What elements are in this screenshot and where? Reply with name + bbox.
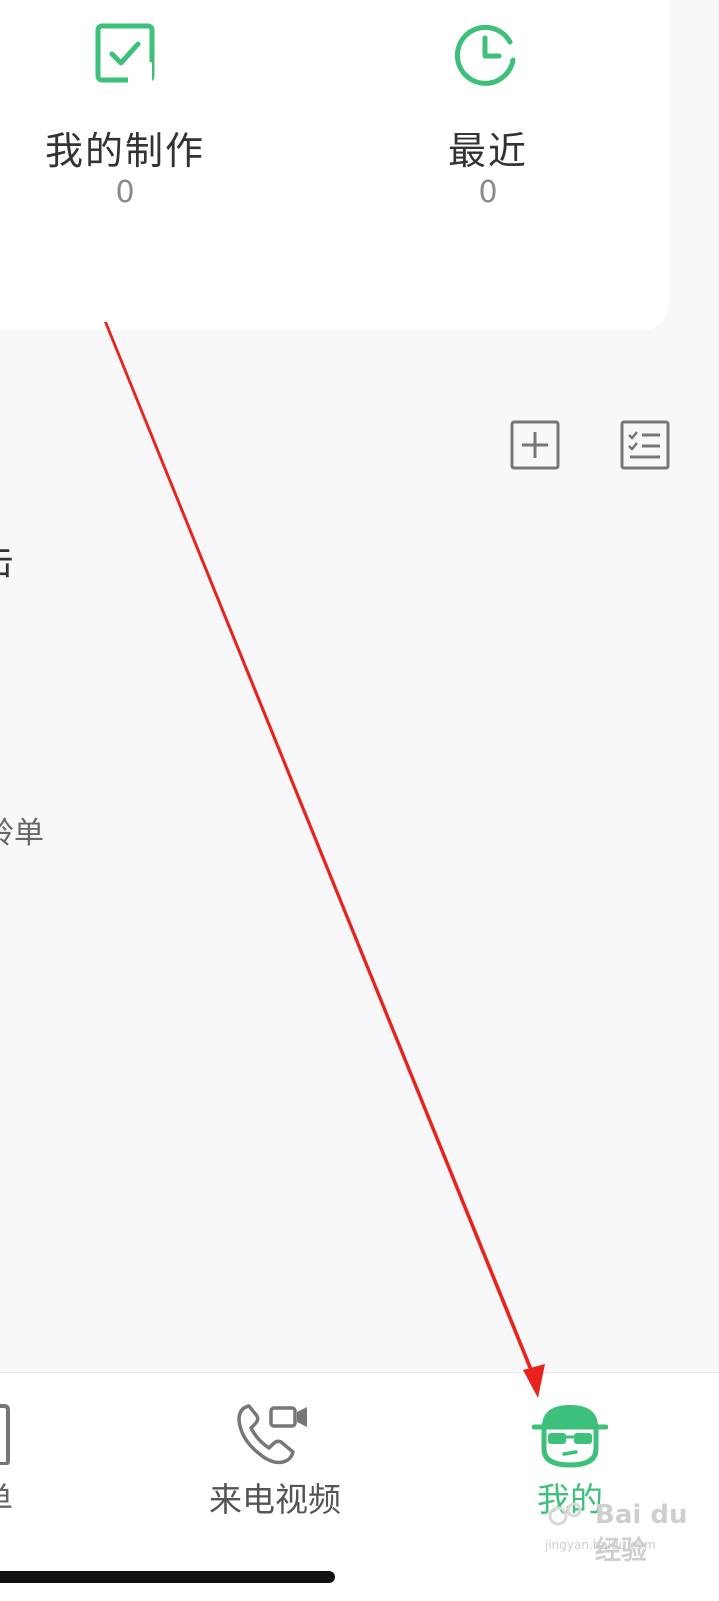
recent-label: 最近 xyxy=(447,129,528,173)
tab-partial[interactable]: 单 xyxy=(0,1373,40,1553)
my-creations-label: 我的制作 xyxy=(44,129,205,173)
partial-icon xyxy=(0,1404,10,1465)
tab-incoming-video-label: 来电视频 xyxy=(209,1480,341,1519)
clock-icon xyxy=(455,24,516,86)
list-item-title[interactable]: 击 xyxy=(0,533,14,585)
watermark-text: Bai du 经验 xyxy=(595,1500,688,1566)
recent-count: 0 xyxy=(478,175,498,210)
add-square-icon[interactable] xyxy=(510,420,560,470)
checkbox-icon xyxy=(95,23,155,86)
stats-card: 我的制作 0 最近 0 xyxy=(0,0,669,330)
tab-incoming-video[interactable]: 来电视频 xyxy=(205,1373,345,1553)
checklist-icon[interactable] xyxy=(620,420,670,470)
avatar-icon xyxy=(532,1405,608,1468)
watermark-url: jingyan.baidu.com xyxy=(545,1538,656,1552)
home-indicator[interactable] xyxy=(0,1571,335,1583)
tab-partial-label: 单 xyxy=(0,1473,13,1521)
my-creations-count: 0 xyxy=(115,175,135,210)
list-item-subtitle: 铃单 xyxy=(0,816,44,851)
phone-video-icon xyxy=(237,1404,307,1465)
arrow-shaft xyxy=(104,322,538,1382)
